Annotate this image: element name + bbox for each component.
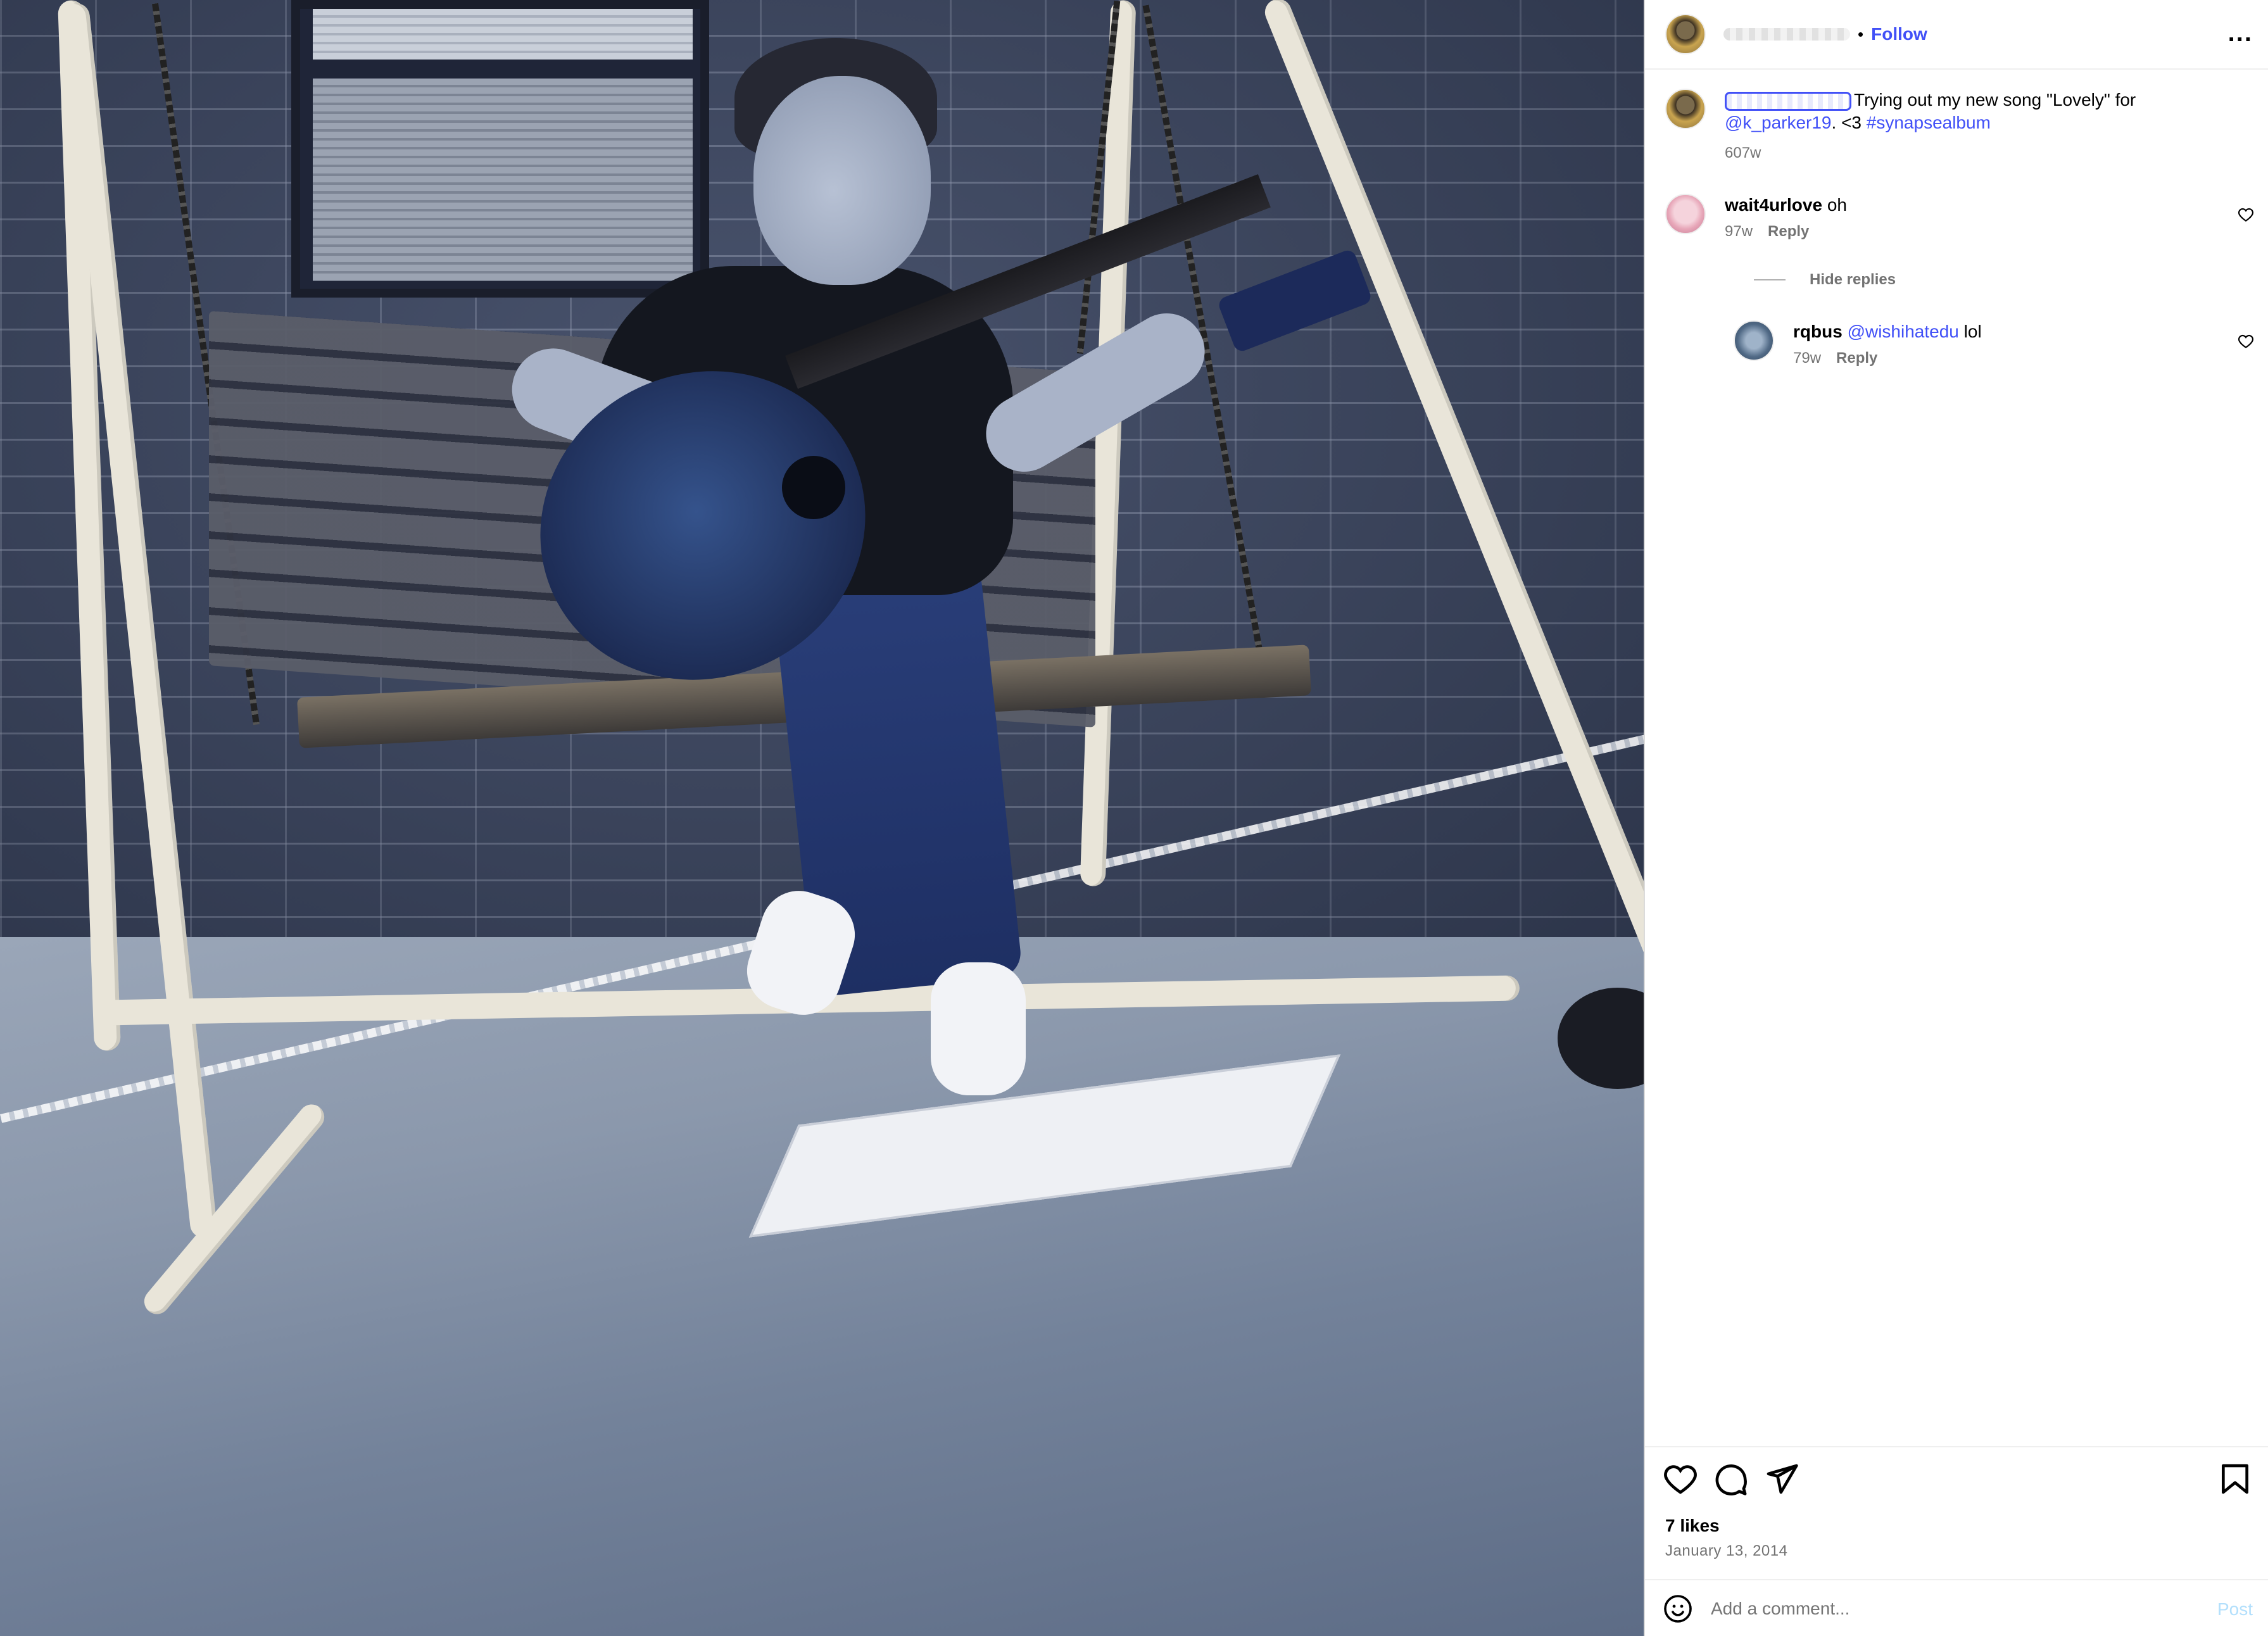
commenter-avatar[interactable] bbox=[1665, 194, 1706, 234]
post-header: • Follow ... bbox=[1645, 0, 2268, 70]
comment-icon[interactable] bbox=[1713, 1461, 1749, 1497]
share-icon[interactable] bbox=[1764, 1461, 1799, 1497]
author-username-redacted[interactable] bbox=[1723, 28, 1850, 41]
reply-mention-link[interactable]: @wishihatedu bbox=[1848, 322, 1959, 341]
more-options-icon[interactable]: ... bbox=[2228, 19, 2253, 47]
caption-hashtag-link[interactable]: #synapsealbum bbox=[1867, 113, 1991, 132]
caption-author-avatar[interactable] bbox=[1665, 89, 1706, 129]
hide-replies-button[interactable]: Hide replies bbox=[1754, 271, 1896, 289]
caption-username-redacted[interactable] bbox=[1725, 91, 1851, 111]
post-date: January 13, 2014 bbox=[1665, 1542, 1788, 1559]
patio-ground bbox=[0, 937, 1644, 1636]
caption-text-tail: . <3 bbox=[1831, 113, 1867, 132]
post-side-panel: • Follow ... Trying out my new song "Lov… bbox=[1644, 0, 2268, 1636]
heart-icon[interactable] bbox=[1663, 1461, 1698, 1497]
reply-like-heart-icon[interactable] bbox=[2238, 333, 2254, 349]
window bbox=[291, 0, 709, 298]
emoji-icon[interactable] bbox=[1663, 1594, 1693, 1624]
replier-avatar[interactable] bbox=[1734, 320, 1774, 361]
post-viewer: • Follow ... Trying out my new song "Lov… bbox=[0, 0, 2268, 1636]
post-caption: Trying out my new song "Lovely" for @k_p… bbox=[1665, 89, 2254, 165]
comment-age: 97w bbox=[1725, 223, 1753, 240]
reply-button[interactable]: Reply bbox=[1768, 223, 1809, 240]
post-photo[interactable] bbox=[0, 0, 1644, 1636]
reply-age: 79w bbox=[1793, 349, 1822, 367]
follow-button[interactable]: Follow bbox=[1871, 24, 1927, 44]
caption-text: Trying out my new song "Lovely" for bbox=[1854, 90, 2136, 110]
person-head bbox=[753, 76, 931, 285]
reply-button[interactable]: Reply bbox=[1836, 349, 1877, 367]
comment-text: oh bbox=[1827, 195, 1847, 215]
replier-username[interactable]: rqbus bbox=[1793, 322, 1843, 341]
add-comment-input[interactable] bbox=[1711, 1599, 2192, 1619]
caption-age: 607w bbox=[1725, 144, 1761, 161]
bookmark-icon[interactable] bbox=[2217, 1461, 2253, 1497]
header-separator: • bbox=[1858, 24, 1864, 44]
commenter-username[interactable]: wait4urlove bbox=[1725, 195, 1822, 215]
caption-mention-link[interactable]: @k_parker19 bbox=[1725, 113, 1832, 132]
reply-text: lol bbox=[1963, 322, 1982, 341]
reply-item: rqbus @wishihatedu lol 79w Reply bbox=[1734, 320, 2254, 367]
comment-box: Post bbox=[1645, 1579, 2268, 1636]
likes-count[interactable]: 7 likes bbox=[1665, 1516, 1720, 1536]
author-avatar[interactable] bbox=[1665, 14, 1706, 54]
post-actions: 7 likes January 13, 2014 Post bbox=[1645, 1446, 2268, 1636]
comment-like-heart-icon[interactable] bbox=[2238, 206, 2254, 223]
hide-replies-label: Hide replies bbox=[1810, 271, 1896, 288]
comment-item: wait4urlove oh 97w Reply bbox=[1665, 194, 2254, 241]
post-comment-button[interactable]: Post bbox=[2217, 1599, 2253, 1620]
